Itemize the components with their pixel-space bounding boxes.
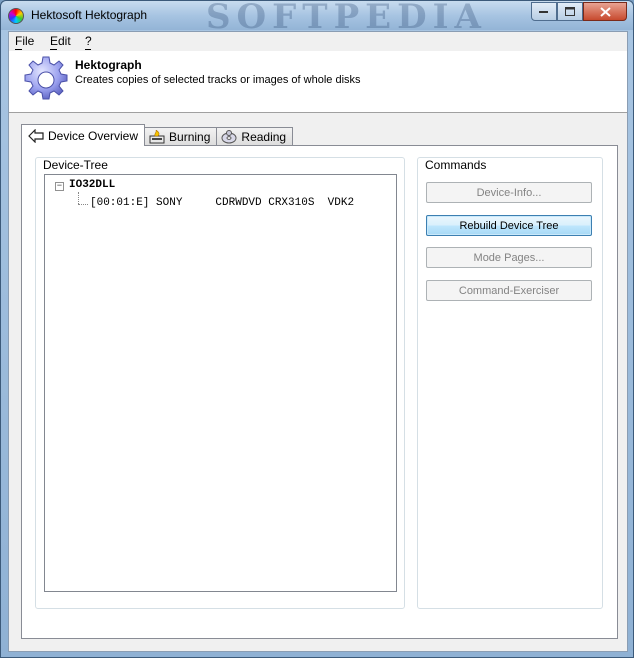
device-tree-label: Device-Tree: [42, 158, 109, 172]
commands-label: Commands: [424, 158, 488, 172]
tree-node-root[interactable]: IO32DLL: [69, 179, 115, 191]
tab-device-overview-label: Device Overview: [48, 128, 139, 143]
menu-file[interactable]: File: [15, 34, 34, 48]
maximize-icon: [565, 7, 575, 16]
close-icon: [599, 6, 611, 17]
burn-disk-icon: [149, 130, 165, 144]
minimize-button[interactable]: [531, 2, 557, 21]
menu-edit[interactable]: Edit: [50, 34, 71, 48]
tab-reading-label: Reading: [241, 130, 287, 144]
tab-burning[interactable]: Burning: [144, 127, 218, 146]
maximize-button[interactable]: [557, 2, 583, 21]
back-arrow-icon: [28, 128, 44, 143]
tab-device-overview[interactable]: Device Overview: [21, 124, 146, 146]
command-exerciser-button[interactable]: Command-Exerciser: [426, 280, 592, 301]
header-banner: Hektograph Creates copies of selected tr…: [9, 51, 627, 113]
close-button[interactable]: [583, 2, 627, 21]
tab-burning-label: Burning: [169, 130, 211, 144]
header-subtitle: Creates copies of selected tracks or ima…: [75, 74, 361, 86]
gear-icon: [24, 56, 68, 100]
title-bar[interactable]: Hektosoft Hektograph SOFTPEDIA: [1, 0, 633, 37]
minimize-icon: [539, 10, 548, 13]
menu-help[interactable]: ?: [85, 34, 92, 48]
window-controls: [531, 2, 627, 21]
device-tree-view[interactable]: − IO32DLL [00:01:E] SONY CDRWDVD CRX310S…: [44, 174, 397, 592]
tree-connector-vertical: [78, 192, 79, 204]
tree-connector-horizontal: [78, 204, 88, 205]
client-area: File Edit ? Hektograph Creates copies of…: [8, 31, 628, 652]
read-disk-icon: [221, 130, 237, 144]
tree-node-device[interactable]: [00:01:E] SONY CDRWDVD CRX310S VDK2: [90, 197, 354, 209]
tab-panel-device-overview: Device-Tree − IO32DLL [00:01:E] SONY CDR…: [21, 145, 618, 639]
commands-group: Commands Device-Info... Rebuild Device T…: [417, 157, 603, 609]
rebuild-device-tree-button[interactable]: Rebuild Device Tree: [426, 215, 592, 236]
tree-collapse-toggle[interactable]: −: [55, 182, 64, 191]
application-window: Hektosoft Hektograph SOFTPEDIA File Edit…: [0, 0, 634, 658]
device-info-button[interactable]: Device-Info...: [426, 182, 592, 203]
window-title: Hektosoft Hektograph: [31, 8, 148, 22]
header-title: Hektograph: [75, 58, 142, 72]
device-tree-group: Device-Tree − IO32DLL [00:01:E] SONY CDR…: [35, 157, 405, 609]
tab-strip: Device Overview Burning Reading: [21, 124, 294, 146]
app-color-wheel-icon[interactable]: [8, 8, 24, 24]
tab-reading[interactable]: Reading: [216, 127, 294, 146]
mode-pages-button[interactable]: Mode Pages...: [426, 247, 592, 268]
